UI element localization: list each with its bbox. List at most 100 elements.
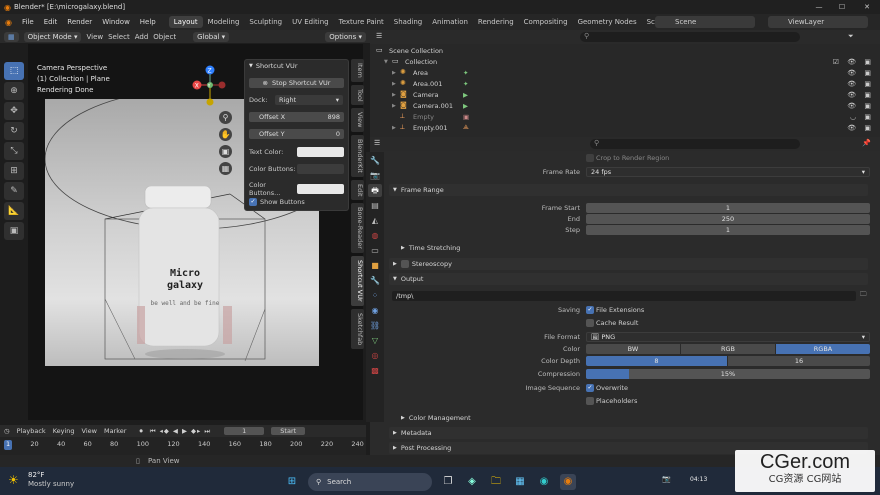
workspace-tab-texture-paint[interactable]: Texture Paint bbox=[334, 16, 389, 28]
outliner-editor-icon[interactable]: ☰ bbox=[376, 32, 382, 40]
view-layer-tab-icon[interactable]: ▤ bbox=[368, 199, 382, 212]
tab-blenderkit[interactable]: BlenderKit bbox=[351, 134, 364, 177]
edge-icon[interactable]: ◉ bbox=[536, 474, 552, 490]
windows-start-icon[interactable]: ⊞ bbox=[284, 474, 300, 490]
menu-object[interactable]: Object bbox=[153, 33, 176, 41]
text-color-swatch[interactable] bbox=[296, 147, 344, 157]
collapse-icon[interactable]: ▼ bbox=[249, 63, 253, 69]
weather-icon[interactable]: ☀ bbox=[8, 473, 19, 487]
add-cube-icon[interactable]: ▣ bbox=[4, 222, 24, 240]
record-icon[interactable]: ⏺ bbox=[139, 427, 142, 436]
folder-icon[interactable]: 🗀 bbox=[860, 290, 867, 301]
color-bw-option[interactable]: BW bbox=[586, 343, 680, 354]
panel-header[interactable]: ▼ Shortcut VUr bbox=[249, 62, 344, 70]
expand-icon[interactable]: ▶ bbox=[392, 92, 400, 98]
frame-tick-current[interactable]: 1 bbox=[4, 440, 13, 450]
tab-sketchfab[interactable]: Sketchfab bbox=[351, 308, 364, 350]
pan-hand-icon[interactable]: ✋ bbox=[219, 128, 232, 141]
expand-icon[interactable]: ▶ bbox=[392, 103, 400, 109]
workspace-tab-rendering[interactable]: Rendering bbox=[473, 16, 519, 28]
menu-help[interactable]: Help bbox=[135, 18, 161, 26]
filter-icon[interactable]: ⏷ bbox=[848, 32, 854, 41]
material-tab-icon[interactable]: ◎ bbox=[368, 349, 382, 362]
menu-select[interactable]: Select bbox=[108, 33, 130, 41]
metadata-section[interactable]: ▶ Metadata bbox=[389, 427, 868, 439]
measure-icon[interactable]: 📐 bbox=[4, 202, 24, 220]
menu-edit[interactable]: Edit bbox=[39, 18, 63, 26]
editor-type-icon[interactable]: ▦ bbox=[4, 31, 19, 42]
outliner-item-row[interactable]: ▶ ⟂ Empty.001 ⟁ 👁 ▣ bbox=[370, 122, 880, 133]
menu-marker[interactable]: Marker bbox=[104, 427, 126, 435]
workspace-tab-layout[interactable]: Layout bbox=[168, 16, 203, 28]
time-stretching-section[interactable]: ▶ Time Stretching bbox=[389, 242, 868, 254]
physics-tab-icon[interactable]: ◉ bbox=[368, 304, 382, 317]
color-management-section[interactable]: ▶ Color Management bbox=[389, 412, 868, 424]
visibility-toggles[interactable]: 👁 ▣ bbox=[847, 69, 874, 77]
color-buttons2-swatch[interactable] bbox=[296, 184, 344, 194]
outliner-root-row[interactable]: ▭ Scene Collection bbox=[370, 45, 880, 56]
overwrite-checkbox[interactable]: ✓ bbox=[586, 383, 594, 392]
visibility-toggles[interactable]: 👁 ▣ bbox=[847, 80, 874, 88]
menu-window[interactable]: Window bbox=[97, 18, 135, 26]
color-depth-8-option[interactable]: 8 bbox=[586, 355, 727, 366]
current-frame-field[interactable]: 1 bbox=[224, 427, 265, 435]
outliner-item-row[interactable]: ▶ ◙ Camera ▶ 👁 ▣ bbox=[370, 89, 880, 100]
grid-icon[interactable]: ▦ bbox=[219, 162, 232, 175]
taskbar-search-input[interactable]: ⚲ Search bbox=[308, 473, 432, 491]
task-view-icon[interactable]: ❐ bbox=[440, 474, 456, 490]
menu-keying[interactable]: Keying bbox=[53, 427, 75, 435]
tab-shortcut-vur[interactable]: Shortcut VUr bbox=[351, 256, 364, 306]
rotate-icon[interactable]: ↻ bbox=[4, 122, 24, 140]
visibility-toggles[interactable]: 👁 ▣ bbox=[847, 102, 874, 110]
world-tab-icon[interactable]: ◍ bbox=[368, 229, 382, 242]
copilot-icon[interactable]: ◈ bbox=[464, 474, 480, 490]
color-rgb-option[interactable]: RGB bbox=[681, 343, 775, 354]
menu-add[interactable]: Add bbox=[135, 33, 149, 41]
offset-x-field[interactable]: Offset X 898 bbox=[249, 112, 344, 122]
visibility-toggles[interactable]: 👁 ▣ bbox=[847, 124, 874, 132]
workspace-tab-modeling[interactable]: Modeling bbox=[203, 16, 245, 28]
menu-file[interactable]: File bbox=[17, 18, 39, 26]
outliner-item-row[interactable]: ▶ ✺ Area.001 ✦ 👁 ▣ bbox=[370, 78, 880, 89]
render-tab-icon[interactable]: 📷 bbox=[368, 169, 382, 182]
tab-item[interactable]: Item bbox=[351, 59, 364, 82]
stop-shortcut-button[interactable]: ⊗ Stop Shortcut VUr bbox=[249, 78, 344, 88]
menu-playback[interactable]: Playback bbox=[17, 427, 46, 435]
expand-icon[interactable]: ▶ bbox=[392, 70, 400, 76]
workspace-tab-sculpting[interactable]: Sculpting bbox=[244, 16, 287, 28]
output-path-input[interactable]: /tmp\ bbox=[392, 290, 856, 301]
cache-result-checkbox[interactable] bbox=[586, 318, 594, 327]
tool-tab-icon[interactable]: 🔧 bbox=[368, 154, 382, 167]
pin-icon[interactable]: 📌 bbox=[862, 139, 871, 147]
playback-controls[interactable]: ⏮ ◂◆ ◀ ▶ ◆▸ ⏭ bbox=[150, 427, 212, 436]
particles-tab-icon[interactable]: ⁘ bbox=[368, 289, 382, 302]
scene-selector[interactable]: Scene bbox=[655, 16, 755, 28]
constraints-tab-icon[interactable]: ⛓ bbox=[368, 319, 382, 332]
close-button[interactable]: ✕ bbox=[856, 0, 878, 14]
workspace-tab-uv-editing[interactable]: UV Editing bbox=[287, 16, 334, 28]
outliner-item-row[interactable]: ⟂ Empty ▣ ◡ ▣ bbox=[370, 111, 880, 122]
workspace-tab-compositing[interactable]: Compositing bbox=[519, 16, 573, 28]
expand-icon[interactable]: ▶ bbox=[392, 125, 400, 131]
clock-icon[interactable]: ◷ bbox=[4, 427, 10, 435]
collection-tab-icon[interactable]: ▭ bbox=[368, 244, 382, 257]
expand-icon[interactable]: ▶ bbox=[392, 81, 400, 87]
color-buttons-swatch[interactable] bbox=[296, 164, 344, 174]
outliner-collection-row[interactable]: ▼ ▭ Collection ☑ 👁 ▣ bbox=[370, 56, 880, 67]
color-rgba-option[interactable]: RGBA bbox=[776, 343, 870, 354]
data-tab-icon[interactable]: ▽ bbox=[368, 334, 382, 347]
file-format-dropdown[interactable]: 🖼 PNG ▾ bbox=[586, 331, 870, 342]
transform-orientation[interactable]: Global ▾ bbox=[193, 31, 230, 42]
visibility-toggles[interactable]: 👁 ▣ bbox=[847, 91, 874, 99]
modifier-tab-icon[interactable]: 🔧 bbox=[368, 274, 382, 287]
blender-taskbar-icon[interactable]: ◉ bbox=[560, 474, 576, 490]
offset-y-field[interactable]: Offset Y 0 bbox=[249, 129, 344, 139]
mode-selector[interactable]: Object Mode ▾ bbox=[23, 31, 82, 42]
workspace-tab-shading[interactable]: Shading bbox=[389, 16, 427, 28]
frame-range-section[interactable]: ▼ Frame Range bbox=[389, 184, 868, 196]
scale-icon[interactable]: ⤡ bbox=[4, 142, 24, 160]
move-icon[interactable]: ✥ bbox=[4, 102, 24, 120]
annotate-icon[interactable]: ✎ bbox=[4, 182, 24, 200]
placeholders-checkbox[interactable] bbox=[586, 396, 594, 405]
options-button[interactable]: Options ▾ bbox=[325, 31, 366, 42]
